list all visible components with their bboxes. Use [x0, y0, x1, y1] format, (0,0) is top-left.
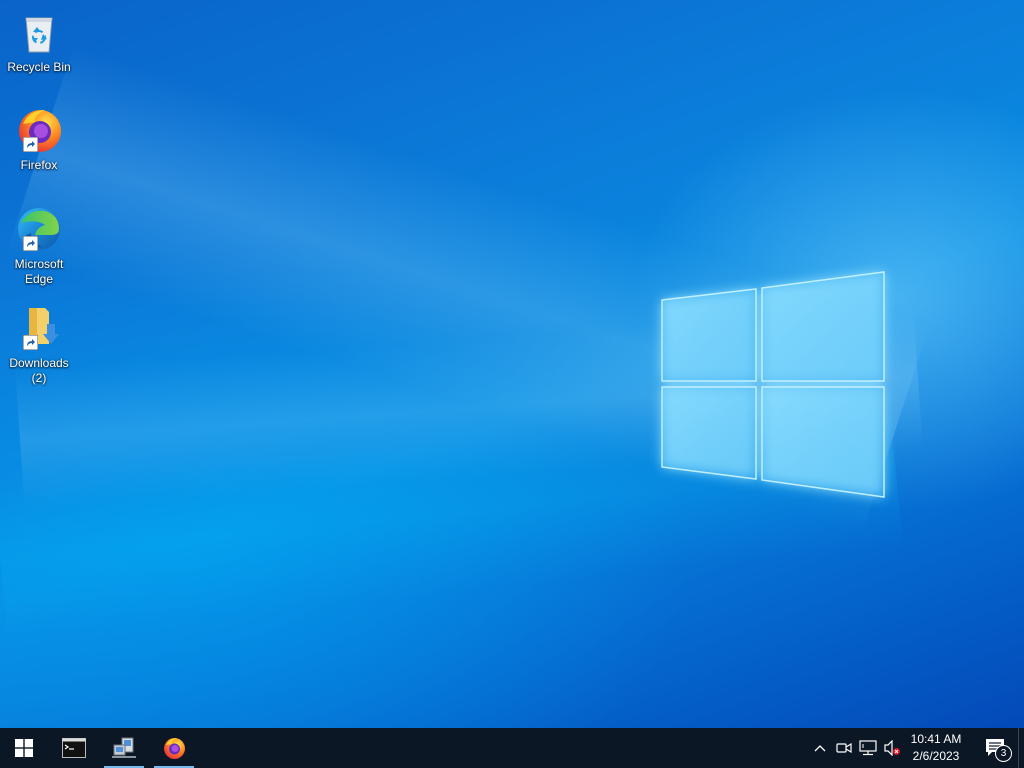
start-button[interactable]	[0, 728, 48, 768]
recycle-bin-icon	[25, 17, 53, 53]
firefox-icon	[164, 738, 185, 759]
clock-date: 2/6/2023	[912, 749, 960, 763]
taskbar-app-firefox[interactable]	[150, 728, 198, 768]
network-icon	[859, 740, 877, 756]
chevron-up-icon	[814, 745, 826, 752]
clock[interactable]: 10:41 AM 2/6/2023	[906, 731, 966, 765]
taskbar: 10:41 AM 2/6/2023 3	[0, 728, 1024, 768]
network-computers-icon	[112, 737, 136, 758]
show-desktop-button[interactable]	[1018, 728, 1024, 768]
volume-button[interactable]	[882, 738, 902, 758]
volume-muted-icon	[884, 740, 900, 756]
desktop-icon-microsoft-edge[interactable]: Microsoft Edge	[4, 205, 74, 287]
shortcut-arrow-icon	[23, 335, 38, 350]
command-prompt-icon	[62, 738, 86, 758]
network-status-button[interactable]	[858, 738, 878, 758]
desktop-icon-label: Recycle Bin	[7, 60, 71, 74]
action-center-button[interactable]: 3	[982, 734, 1012, 762]
desktop-icon-recycle-bin[interactable]: Recycle Bin	[4, 8, 74, 75]
taskbar-app-command-prompt[interactable]	[50, 728, 98, 768]
shortcut-arrow-icon	[23, 236, 38, 251]
desktop-icon-firefox[interactable]: Firefox	[4, 106, 74, 173]
meet-now-icon	[836, 742, 852, 754]
clock-time: 10:41 AM	[910, 732, 962, 746]
desktop-icon-label: Downloads (2)	[9, 356, 69, 385]
desktop-icon-downloads[interactable]: Downloads (2)	[4, 304, 74, 386]
shortcut-arrow-icon	[23, 137, 38, 152]
windows-start-icon	[15, 739, 33, 757]
meet-now-button[interactable]	[834, 738, 854, 758]
desktop-background[interactable]: Recycle Bin Firefox Microsoft Edge Downl…	[0, 0, 1024, 728]
notification-count-badge: 3	[995, 745, 1012, 762]
system-tray: 10:41 AM 2/6/2023 3	[804, 728, 1024, 768]
desktop-icon-label: Microsoft Edge	[14, 257, 64, 286]
desktop-icon-label: Firefox	[20, 158, 58, 172]
windows-wallpaper-logo	[661, 271, 885, 498]
show-hidden-icons-button[interactable]	[810, 738, 830, 758]
taskbar-app-network[interactable]	[100, 728, 148, 768]
